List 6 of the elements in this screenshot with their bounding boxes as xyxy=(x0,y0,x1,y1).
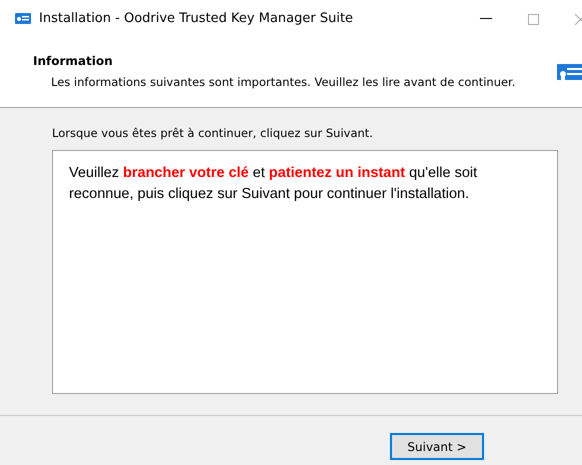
memo-text: Veuillez brancher votre clé et patientez un instant qu'elle soit reconnue, puis cliquez sur Suivant pour continuer l'installation. xyxy=(69,164,478,204)
instruction-text: Lorsque vous êtes prêt à continuer, cliquez sur Suivant. xyxy=(52,125,374,142)
next-button[interactable]: Suivant > xyxy=(390,433,484,460)
window-title: Installation - Oodrive Trusted Key Manager Suite xyxy=(39,10,354,28)
page-title: Information xyxy=(33,53,114,70)
page-subtitle: Les informations suivantes sont importantes. Veuillez les lire avant de continuer. xyxy=(50,74,516,91)
